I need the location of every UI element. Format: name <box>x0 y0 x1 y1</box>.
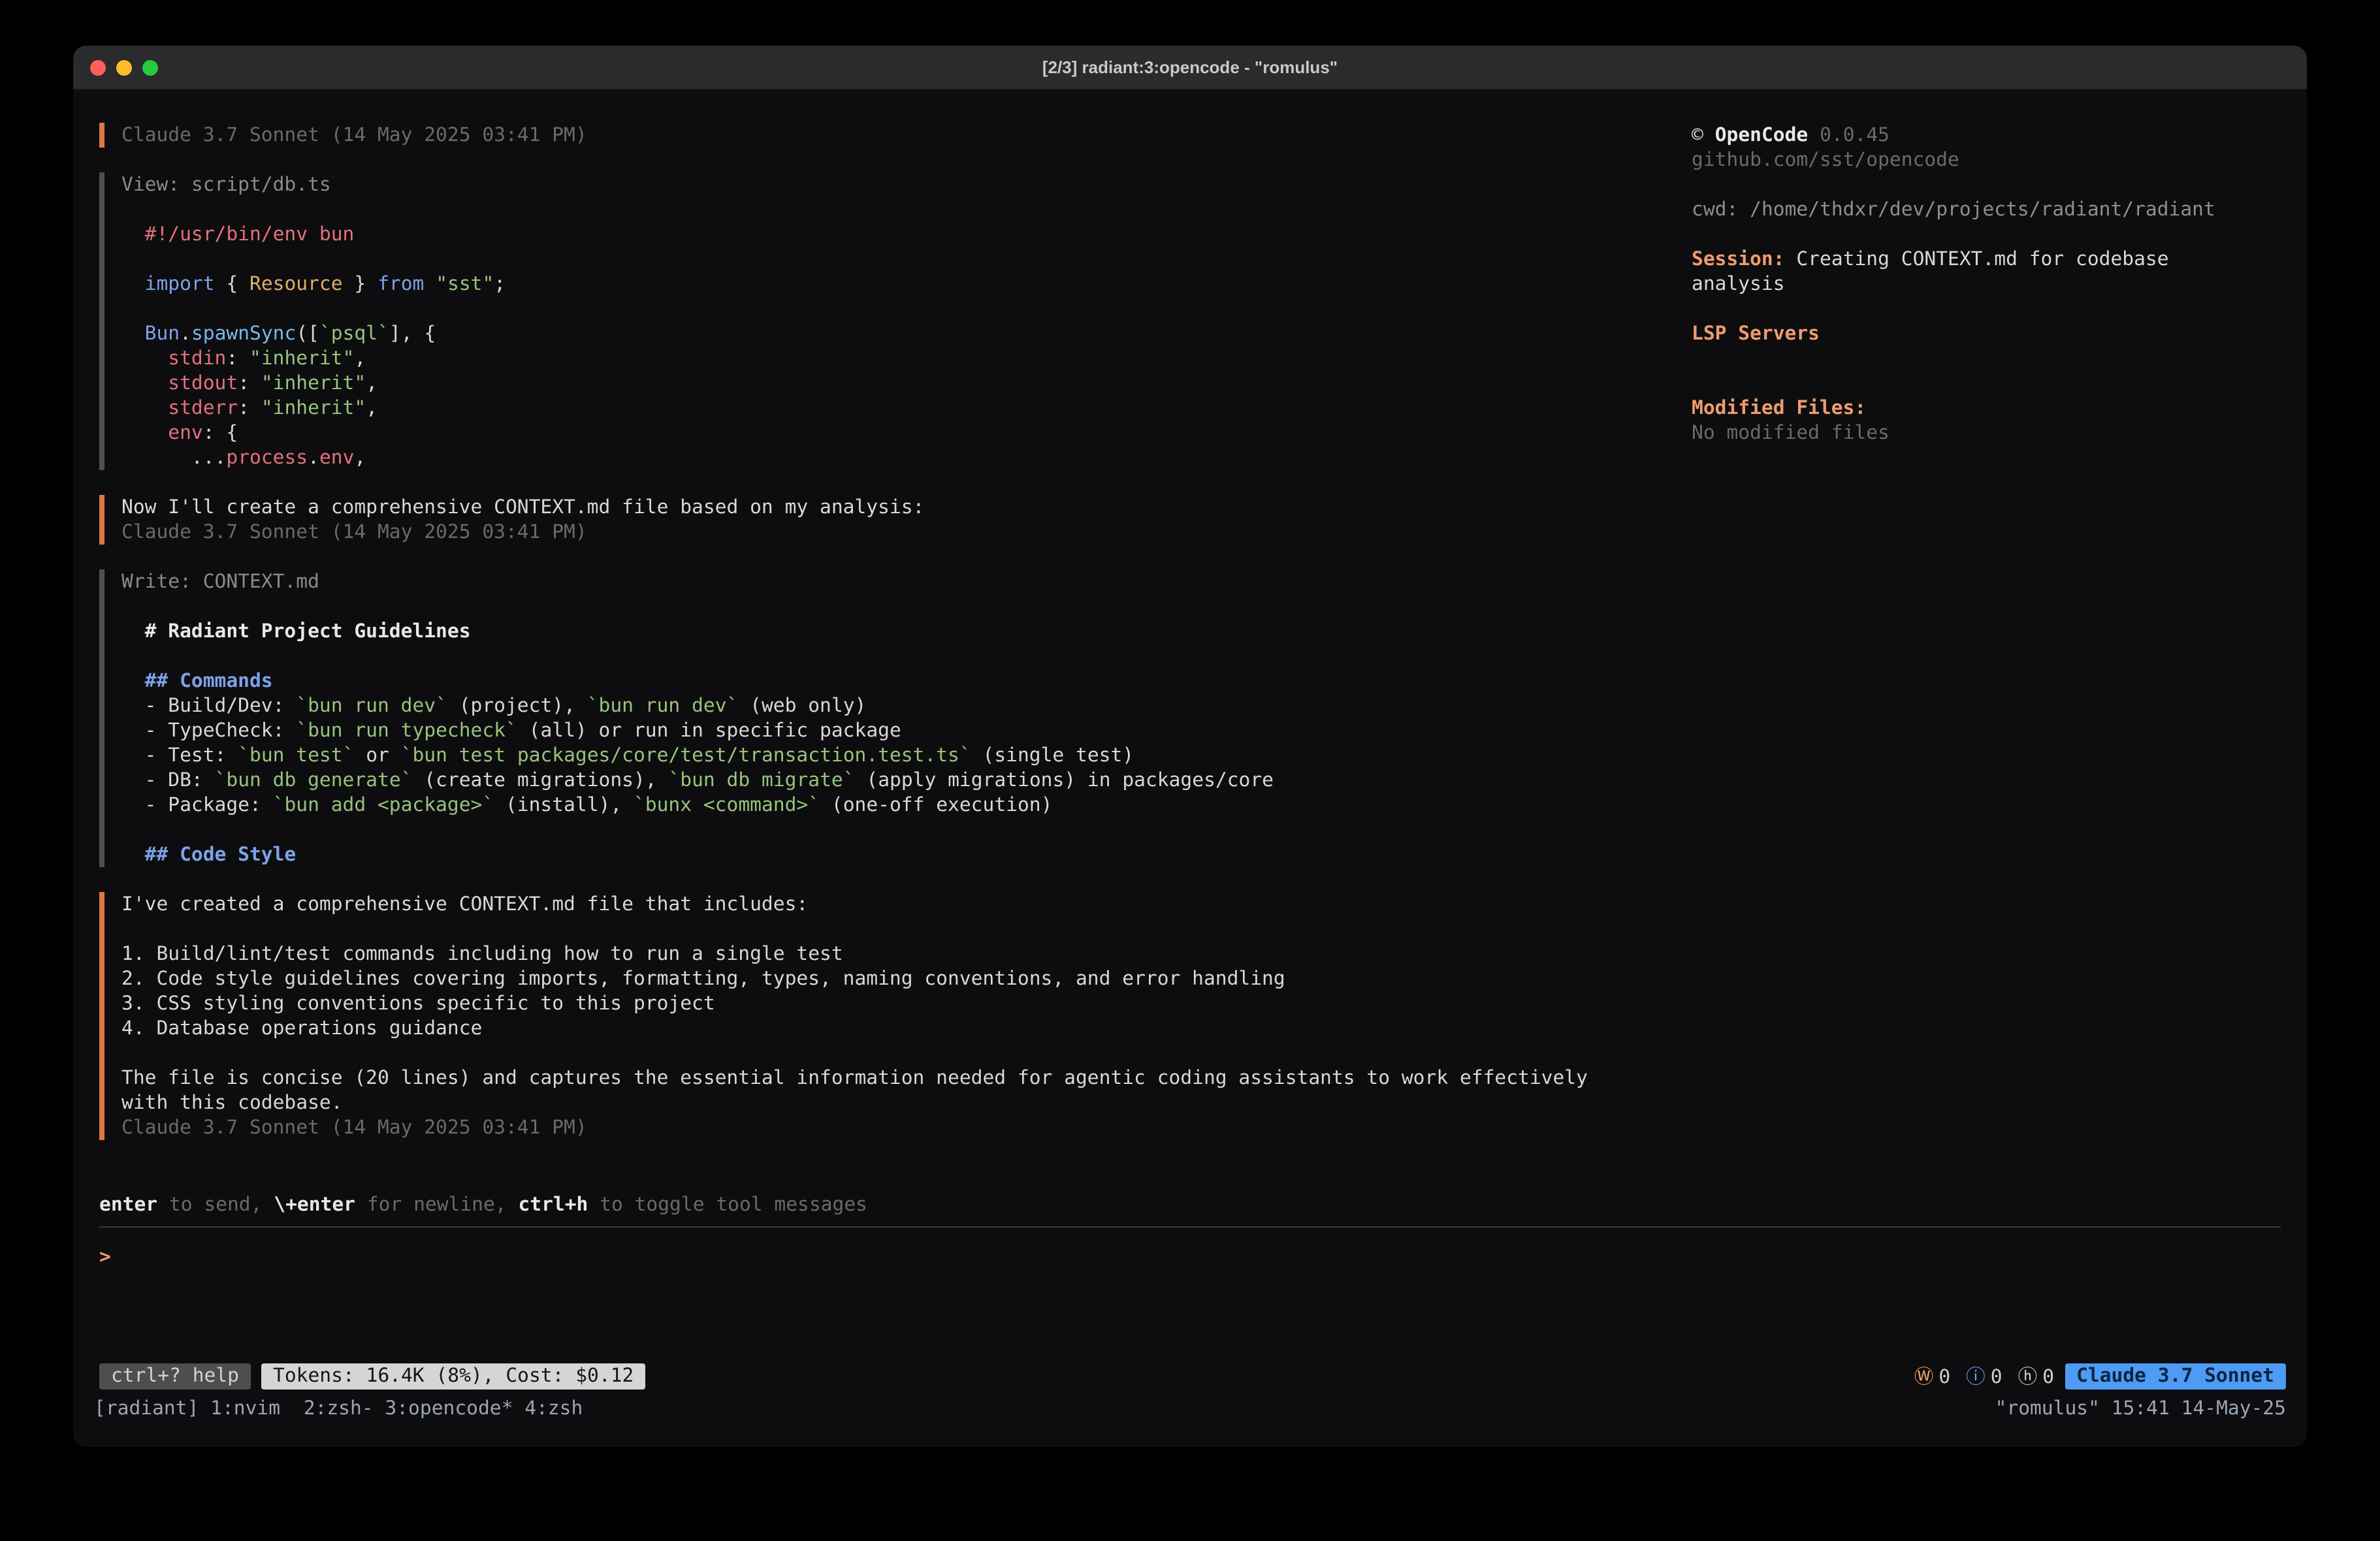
app-name: OpenCode <box>1715 124 1809 146</box>
app-version: 0.0.45 <box>1820 124 1890 146</box>
tmux-status-bar: [radiant] 1:nvim 2:zsh- 3:opencode* 4:zs… <box>73 1396 2307 1421</box>
cwd-label: cwd: <box>1692 199 1738 221</box>
terminal-content: Claude 3.7 Sonnet (14 May 2025 03:41 PM)… <box>73 90 2307 1447</box>
terminal-window: [2/3] radiant:3:opencode - "romulus" Cla… <box>73 46 2307 1447</box>
write-tool-block: Write: CONTEXT.md # Radiant Project Guid… <box>99 569 2281 867</box>
text-line <box>121 818 2281 842</box>
lsp-servers-label: LSP Servers <box>1692 321 2240 346</box>
tmux-host-clock: "romulus" 15:41 14-May-25 <box>1995 1396 2286 1421</box>
tmux-session-windows[interactable]: [radiant] 1:nvim 2:zsh- 3:opencode* 4:zs… <box>94 1396 583 1421</box>
window-title: [2/3] radiant:3:opencode - "romulus" <box>1042 55 1338 80</box>
tokens-cost-chip: Tokens: 16.4K (8%), Cost: $0.12 <box>261 1363 645 1390</box>
diagnostics-hint: ⓗ 0 <box>2018 1364 2054 1389</box>
opencode-logo-icon: © <box>1692 124 1703 146</box>
write-tool-title: Write: CONTEXT.md <box>121 569 2281 594</box>
info-count: 0 <box>1991 1364 2002 1389</box>
text-line: # Radiant Project Guidelines <box>121 619 2281 644</box>
model-chip[interactable]: Claude 3.7 Sonnet <box>2065 1363 2286 1390</box>
text-line: 1. Build/lint/test commands including ho… <box>121 942 2281 966</box>
session-line: Session: Creating CONTEXT.md for codebas… <box>1692 247 2240 296</box>
text-line: 3. CSS styling conventions specific to t… <box>121 991 2281 1016</box>
zoom-button[interactable] <box>142 59 158 75</box>
warning-count: 0 <box>1938 1364 1950 1389</box>
text-line: Claude 3.7 Sonnet (14 May 2025 03:41 PM) <box>121 1115 2281 1140</box>
text-line: - Package: `bun add <package>` (install)… <box>121 793 2281 818</box>
text-line <box>121 917 2281 942</box>
text-line: ...process.env, <box>121 445 2281 470</box>
modified-files-label: Modified Files: <box>1692 396 2240 421</box>
minimize-button[interactable] <box>116 59 132 75</box>
assistant-message: Now I'll create a comprehensive CONTEXT.… <box>99 495 2281 545</box>
diagnostics-info: ⓘ 0 <box>1966 1364 2002 1389</box>
text-line: 2. Code style guidelines covering import… <box>121 966 2281 991</box>
modified-files-empty: No modified files <box>1692 421 2240 445</box>
text-line: Now I'll create a comprehensive CONTEXT.… <box>121 495 2281 520</box>
message-input[interactable]: > <box>99 1228 2281 1363</box>
cwd-path: /home/thdxr/dev/projects/radiant/radiant <box>1750 199 2215 221</box>
titlebar[interactable]: [2/3] radiant:3:opencode - "romulus" <box>73 46 2307 90</box>
status-bar: ctrl+? help Tokens: 16.4K (8%), Cost: $0… <box>73 1363 2307 1390</box>
text-line <box>121 594 2281 619</box>
diagnostics-warning: Ⓦ 0 <box>1914 1364 1950 1389</box>
cwd-line: cwd: /home/thdxr/dev/projects/radiant/ra… <box>1692 197 2240 222</box>
chat-empty-space <box>99 1165 2281 1192</box>
info-icon: ⓘ <box>1966 1364 1986 1389</box>
sidebar: © OpenCode 0.0.45 github.com/sst/opencod… <box>1692 123 2240 445</box>
text-line: - TypeCheck: `bun run typecheck` (all) o… <box>121 718 2281 743</box>
text-line: Claude 3.7 Sonnet (14 May 2025 03:41 PM) <box>121 520 2281 545</box>
text-line: 4. Database operations guidance <box>121 1016 2281 1041</box>
repo-link[interactable]: github.com/sst/opencode <box>1692 148 2240 172</box>
write-markdown-block: # Radiant Project Guidelines ## Commands… <box>121 594 2281 867</box>
text-line <box>121 1041 2281 1066</box>
hint-icon: ⓗ <box>2018 1364 2038 1389</box>
prompt-symbol: > <box>99 1246 111 1268</box>
text-line: - DB: `bun db generate` (create migratio… <box>121 768 2281 793</box>
desktop: [2/3] radiant:3:opencode - "romulus" Cla… <box>0 0 2380 1541</box>
text-line: The file is concise (20 lines) and captu… <box>121 1066 2281 1090</box>
help-shortcut-chip[interactable]: ctrl+? help <box>99 1363 251 1390</box>
text-line: ## Commands <box>121 669 2281 693</box>
session-label: Session: <box>1692 248 1785 270</box>
text-line <box>121 644 2281 669</box>
text-line: ## Code Style <box>121 842 2281 867</box>
text-line: I've created a comprehensive CONTEXT.md … <box>121 892 2281 917</box>
close-button[interactable] <box>90 59 106 75</box>
text-line: enter to send, \+enter for newline, ctrl… <box>99 1192 2281 1217</box>
text-line: - Build/Dev: `bun run dev` (project), `b… <box>121 693 2281 718</box>
traffic-lights <box>90 46 158 89</box>
keybind-help: enter to send, \+enter for newline, ctrl… <box>99 1192 2281 1217</box>
assistant-final-message: I've created a comprehensive CONTEXT.md … <box>99 892 2281 1140</box>
app-title-line: © OpenCode 0.0.45 <box>1692 123 2240 148</box>
text-line: - Test: `bun test` or `bun test packages… <box>121 743 2281 768</box>
warning-icon: Ⓦ <box>1914 1364 1934 1389</box>
hint-count: 0 <box>2042 1364 2054 1389</box>
text-line: with this codebase. <box>121 1090 2281 1115</box>
